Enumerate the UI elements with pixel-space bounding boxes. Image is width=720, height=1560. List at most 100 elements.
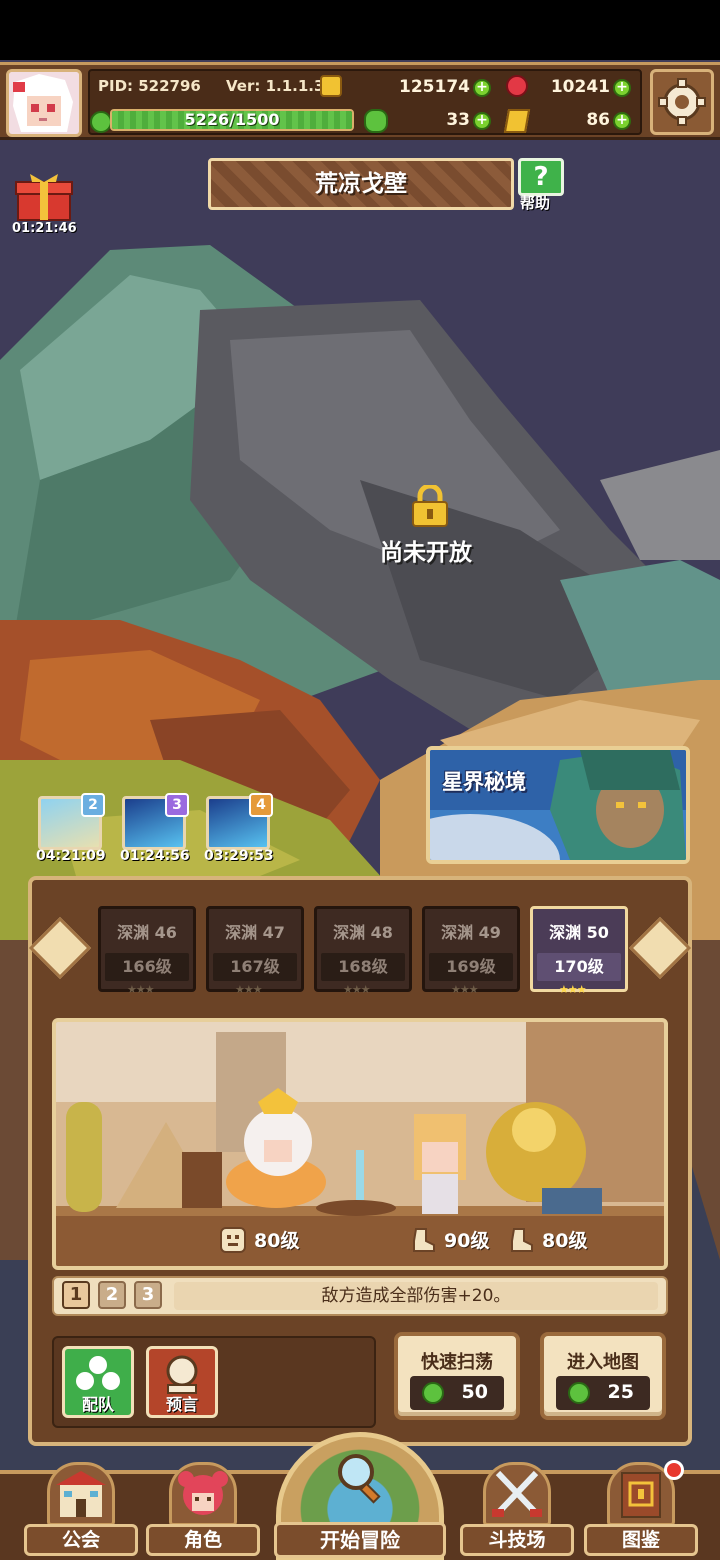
start-adventure-button[interactable]: 开始冒险 <box>272 1432 448 1560</box>
clover-cost-icon <box>568 1382 590 1404</box>
nav-arena-label: 斗技场 <box>460 1524 574 1556</box>
settings-button[interactable] <box>650 69 714 135</box>
quick-sweep-cost-value: 50 <box>461 1381 488 1403</box>
portal-badge: 4 <box>249 793 273 817</box>
portal-badge: 2 <box>81 793 105 817</box>
portal-timer: 03:29:53 <box>204 848 274 864</box>
team-setup-label: 配队 <box>81 1395 114 1414</box>
player-avatar[interactable] <box>6 69 82 137</box>
stage-level: 167级 <box>213 953 297 981</box>
gold-amount: 125174 <box>399 77 470 97</box>
experience-text: 5226/1500 <box>184 110 280 129</box>
gold-coin-icon <box>320 75 342 97</box>
top-hud: PID: 522796 Ver: 1.1.1.3 125174 + 10241 … <box>0 62 720 140</box>
stage-name: 深渊 48 <box>333 923 393 942</box>
four-leaf-clover-icon <box>364 109 388 133</box>
stage-stars: ★★★ <box>235 983 263 996</box>
effect-page-2[interactable]: 2 <box>98 1281 126 1309</box>
stage-level: 168级 <box>321 953 405 981</box>
player-id: PID: 522796 <box>98 77 201 95</box>
add-key-button[interactable]: + <box>613 112 631 130</box>
gear-icon <box>658 78 706 126</box>
stage-card-selected[interactable]: 深渊 50 170级 ★★★ <box>530 906 628 996</box>
portal-timer: 01:24:56 <box>120 848 190 864</box>
portal-slot-2[interactable]: 2 <box>38 793 105 850</box>
quick-sweep-button[interactable]: 快速扫荡 50 <box>394 1332 520 1420</box>
clover-level-icon <box>90 111 112 133</box>
team-setup-button[interactable]: 配队 <box>62 1346 134 1418</box>
help-button[interactable]: ? 帮助 <box>516 158 566 212</box>
enemy-face-icon <box>220 1227 246 1253</box>
nav-character[interactable]: 角色 <box>146 1460 260 1556</box>
red-gem-icon <box>506 75 528 97</box>
enter-map-cost: 25 <box>556 1376 650 1410</box>
gem-amount: 10241 <box>550 77 610 97</box>
stage-level: 169级 <box>429 953 513 981</box>
add-clover-button[interactable]: + <box>473 112 491 130</box>
magnifier-icon <box>338 1454 381 1504</box>
stage-name: 深渊 47 <box>225 923 285 942</box>
ally-level-2: 80级 <box>542 1230 588 1252</box>
add-gem-button[interactable]: + <box>613 79 631 97</box>
add-gold-button[interactable]: + <box>473 79 491 97</box>
area-title-banner: 荒凉戈壁 <box>208 158 514 210</box>
crossed-swords-icon <box>483 1462 551 1526</box>
stage-card[interactable]: 深渊 48 168级 ★★★ <box>314 906 412 996</box>
guild-hall-icon <box>47 1462 115 1526</box>
ally-boot-icon <box>413 1228 435 1252</box>
question-mark-icon: ? <box>518 158 564 196</box>
stage-level: 166级 <box>105 953 189 981</box>
stage-name: 深渊 49 <box>441 923 501 942</box>
nav-guild-label: 公会 <box>24 1524 138 1556</box>
avatar-portrait-icon <box>9 72 79 134</box>
portal-slot-3[interactable]: 3 <box>122 793 189 850</box>
codex-notification-dot <box>664 1460 684 1480</box>
gift-timer: 01:21:46 <box>12 221 77 236</box>
ally-level-1: 90级 <box>444 1230 490 1252</box>
gift-box-icon <box>15 174 73 221</box>
stage-stars: ★★★ <box>559 983 587 996</box>
system-status-bar <box>0 0 720 60</box>
prophecy-button[interactable]: 预言 <box>146 1346 218 1418</box>
clover-cost-icon <box>422 1382 444 1404</box>
nav-arena[interactable]: 斗技场 <box>460 1460 574 1556</box>
stage-card[interactable]: 深渊 46 166级 ★★★ <box>98 906 196 996</box>
character-portrait-icon <box>169 1462 237 1526</box>
stage-card[interactable]: 深渊 49 169级 ★★★ <box>422 906 520 996</box>
effect-page-1[interactable]: 1 <box>62 1281 90 1309</box>
stage-name: 深渊 50 <box>549 923 609 942</box>
portal-badge: 3 <box>165 793 189 817</box>
portal-timer: 04:21:09 <box>36 848 106 864</box>
area-title: 荒凉戈壁 <box>315 171 407 197</box>
clover-amount: 33 <box>446 110 470 130</box>
quick-sweep-cost: 50 <box>410 1376 504 1410</box>
prophecy-label: 预言 <box>165 1395 198 1414</box>
nav-guild[interactable]: 公会 <box>24 1460 138 1556</box>
quick-sweep-label: 快速扫荡 <box>421 1352 493 1373</box>
portal-slot-4[interactable]: 4 <box>206 793 273 850</box>
locked-area-label: 尚未开放 <box>380 540 472 566</box>
enter-map-button[interactable]: 进入地图 25 <box>540 1332 666 1420</box>
help-label: 帮助 <box>520 194 551 212</box>
effect-page-3[interactable]: 3 <box>134 1281 162 1309</box>
stage-stars: ★★★ <box>127 983 155 996</box>
nav-codex-label: 图鉴 <box>584 1524 698 1556</box>
stage-card[interactable]: 深渊 47 167级 ★★★ <box>206 906 304 996</box>
game-version: Ver: 1.1.1.3 <box>226 77 325 95</box>
enemy-level: 80级 <box>254 1230 300 1252</box>
stage-level: 170级 <box>537 953 621 981</box>
key-amount: 86 <box>586 110 610 130</box>
stage-stars: ★★★ <box>343 983 371 996</box>
enter-map-cost-value: 25 <box>607 1381 634 1403</box>
start-adventure-label: 开始冒险 <box>274 1522 446 1558</box>
nav-character-label: 角色 <box>146 1524 260 1556</box>
lock-icon <box>409 483 451 527</box>
enter-map-label: 进入地图 <box>567 1352 639 1373</box>
astral-realm-banner[interactable]: 星界秘境 <box>426 746 690 864</box>
gift-box-button[interactable] <box>14 174 74 222</box>
stage-effect-text: 敌方造成全部伤害+20。 <box>174 1282 658 1310</box>
key-icon <box>503 109 531 133</box>
stage-name: 深渊 46 <box>117 923 177 942</box>
experience-bar: 5226/1500 <box>110 109 354 131</box>
stage-stars: ★★★ <box>451 983 479 996</box>
